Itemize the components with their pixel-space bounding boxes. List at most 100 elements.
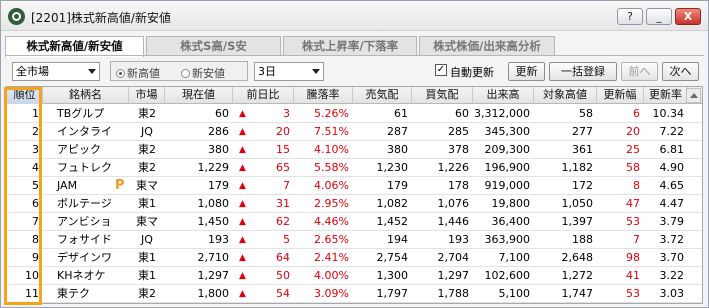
- cell-ask: 1,452: [376, 215, 409, 228]
- close-button[interactable]: X: [675, 8, 701, 25]
- cell-update_rate: 3.79: [659, 215, 685, 228]
- cell-width: 41: [626, 269, 640, 282]
- column-header[interactable]: 現在値: [165, 87, 233, 104]
- cell-price: 1,229: [197, 161, 230, 174]
- radio-new-low[interactable]: 新安値: [181, 65, 225, 81]
- period-select[interactable]: 3日: [254, 62, 324, 81]
- table-row[interactable]: 10 KHネオケ 東1 1,297 ▲ 50 4.00% 1,300 1,297 102,600 1…: [7, 267, 702, 285]
- tab-gain-loss-rate[interactable]: 株式上昇率/下落率: [283, 36, 417, 55]
- column-header[interactable]: 前日比: [233, 87, 294, 104]
- up-triangle-icon: ▲: [239, 199, 246, 209]
- cell-rank: 11: [25, 287, 39, 300]
- column-header[interactable]: 市場: [129, 87, 165, 104]
- cell-market: 東2: [138, 107, 156, 120]
- up-triangle-icon: ▲: [239, 109, 246, 119]
- cell-market: 東マ: [136, 215, 158, 228]
- tab-new-high-low[interactable]: 株式新高値/新安値: [5, 36, 144, 57]
- cell-name: ボルテージ: [57, 197, 112, 210]
- table-row[interactable]: 7 アンビショ 東マ 1,450 ▲ 62 4.46% 1,452 1,446 36,400 1,3…: [7, 213, 702, 231]
- help-button[interactable]: ?: [617, 8, 643, 25]
- cell-rate: 4.46%: [314, 215, 349, 228]
- cell-update_rate: 3.22: [659, 269, 685, 282]
- change-value: 15: [276, 143, 290, 156]
- cell-update_rate: 4.47: [659, 197, 685, 210]
- table-row[interactable]: 4 フュトレク 東2 1,229 ▲ 65 5.58% 1,230 1,226 196,900 1,…: [7, 159, 702, 177]
- cell-name: インタライ: [57, 125, 112, 138]
- column-header[interactable]: 売気配: [353, 87, 412, 104]
- cell-market: JQ: [141, 233, 153, 246]
- cell-update_rate: 7.22: [659, 125, 685, 138]
- title-bar[interactable]: [2201]株式新高値/新安値 ? _ X: [1, 1, 708, 31]
- cell-rank: 9: [32, 251, 39, 264]
- p-mark-icon: P: [115, 178, 125, 193]
- cell-ask: 1,230: [376, 161, 409, 174]
- cell-ask: 1,797: [376, 287, 409, 300]
- cell-ask: 2,754: [376, 251, 409, 264]
- change-value: 5: [283, 233, 290, 246]
- cell-change: ▲ 64: [233, 249, 294, 267]
- radio-new-high[interactable]: 新高値: [116, 65, 160, 81]
- cell-volume: 7,100: [498, 251, 531, 264]
- up-triangle-icon: ▲: [239, 235, 246, 245]
- change-value: 20: [276, 125, 290, 138]
- column-header[interactable]: 買気配: [412, 87, 473, 104]
- table-row[interactable]: 9 デザインワ 東1 2,710 ▲ 64 2.41% 2,754 2,704 7,100 2,64…: [7, 249, 702, 267]
- cell-rank: 7: [32, 215, 39, 228]
- cell-target: 361: [572, 143, 593, 156]
- cell-name: デザインワ: [57, 251, 112, 264]
- minimize-button[interactable]: _: [646, 8, 672, 25]
- table-row[interactable]: 2 インタライ JQ 286 ▲ 20 7.51% 287 285 345,300 277 20 7.2…: [7, 123, 702, 141]
- column-header[interactable]: 出来高: [473, 87, 534, 104]
- column-header[interactable]: 更新率: [644, 87, 688, 104]
- change-value: 7: [283, 179, 290, 192]
- cell-rate: 5.58%: [314, 161, 349, 174]
- cell-rank: 10: [25, 269, 39, 282]
- table-row[interactable]: 8 フォサイド JQ 193 ▲ 5 2.65% 194 193 363,900 188 7 3.72: [7, 231, 702, 249]
- auto-update-checkbox[interactable]: ✓: [435, 64, 447, 76]
- tab-price-volume-analysis[interactable]: 株式株価/出来高分析: [419, 36, 555, 55]
- up-triangle-icon: ▲: [239, 127, 246, 137]
- cell-change: ▲ 50: [233, 267, 294, 285]
- window-title: [2201]株式新高値/新安値: [31, 11, 171, 25]
- column-header[interactable]: 対象高値: [534, 87, 597, 104]
- table-row[interactable]: 3 アピック 東2 380 ▲ 15 4.10% 380 378 209,300 361 25 6.81: [7, 141, 702, 159]
- cell-volume: 36,400: [491, 215, 531, 228]
- cell-target: 188: [572, 233, 593, 246]
- change-value: 62: [276, 215, 290, 228]
- cell-update_rate: 10.34: [652, 107, 685, 120]
- column-header[interactable]: 更新幅: [597, 87, 644, 104]
- change-value: 65: [276, 161, 290, 174]
- cell-change: ▲ 31: [233, 195, 294, 213]
- scroll-up-icon[interactable]: [686, 88, 701, 103]
- cell-market: 東2: [138, 143, 156, 156]
- table-row[interactable]: 11 東テク 東2 1,800 ▲ 54 3.09% 1,797 1,788 5,100 1,747…: [7, 285, 702, 303]
- cell-ask: 194: [387, 233, 408, 246]
- column-header[interactable]: 順位: [7, 87, 43, 104]
- chevron-down-icon: [312, 69, 320, 74]
- column-header[interactable]: 銘柄名: [43, 87, 129, 104]
- cell-rank: 2: [32, 125, 39, 138]
- market-select[interactable]: 全市場: [12, 62, 100, 81]
- cell-price: 179: [208, 179, 229, 192]
- radio-unselected-icon: [181, 69, 190, 78]
- cell-name: アピック: [57, 143, 101, 156]
- tab-stop-high-low[interactable]: 株式S高/S安: [146, 36, 281, 55]
- table-row[interactable]: 5 JAM 東マ 179 ▲ 7 4.06% 179 178 919,000 172 8 4.65 P: [7, 177, 702, 195]
- cell-rate: 2.95%: [314, 197, 349, 210]
- cell-target: 1,747: [561, 287, 594, 300]
- cell-target: 1,397: [561, 215, 594, 228]
- bulk-register-button[interactable]: 一括登録: [549, 62, 617, 81]
- column-header[interactable]: 騰落率: [294, 87, 353, 104]
- cell-width: 8: [633, 179, 640, 192]
- prev-page-button[interactable]: 前へ: [621, 62, 658, 81]
- cell-ask: 287: [387, 125, 408, 138]
- cell-rate: 7.51%: [314, 125, 349, 138]
- cell-bid: 285: [448, 125, 469, 138]
- cell-target: 277: [572, 125, 593, 138]
- next-page-button[interactable]: 次へ: [662, 62, 699, 81]
- update-button[interactable]: 更新: [508, 62, 545, 81]
- table-header: 順位 銘柄名 市場 現在値 前日比 騰落率 売気配 買気配 出来高 対象高値 更新幅 更新率: [7, 87, 702, 104]
- table-row[interactable]: 1 TBグルプ 東2 60 ▲ 3 5.26% 61 60 3,312,000 58 6 10.34: [7, 105, 702, 123]
- table-row[interactable]: 6 ボルテージ 東1 1,080 ▲ 31 2.95% 1,082 1,076 19,800 1,0…: [7, 195, 702, 213]
- cell-volume: 102,600: [484, 269, 531, 282]
